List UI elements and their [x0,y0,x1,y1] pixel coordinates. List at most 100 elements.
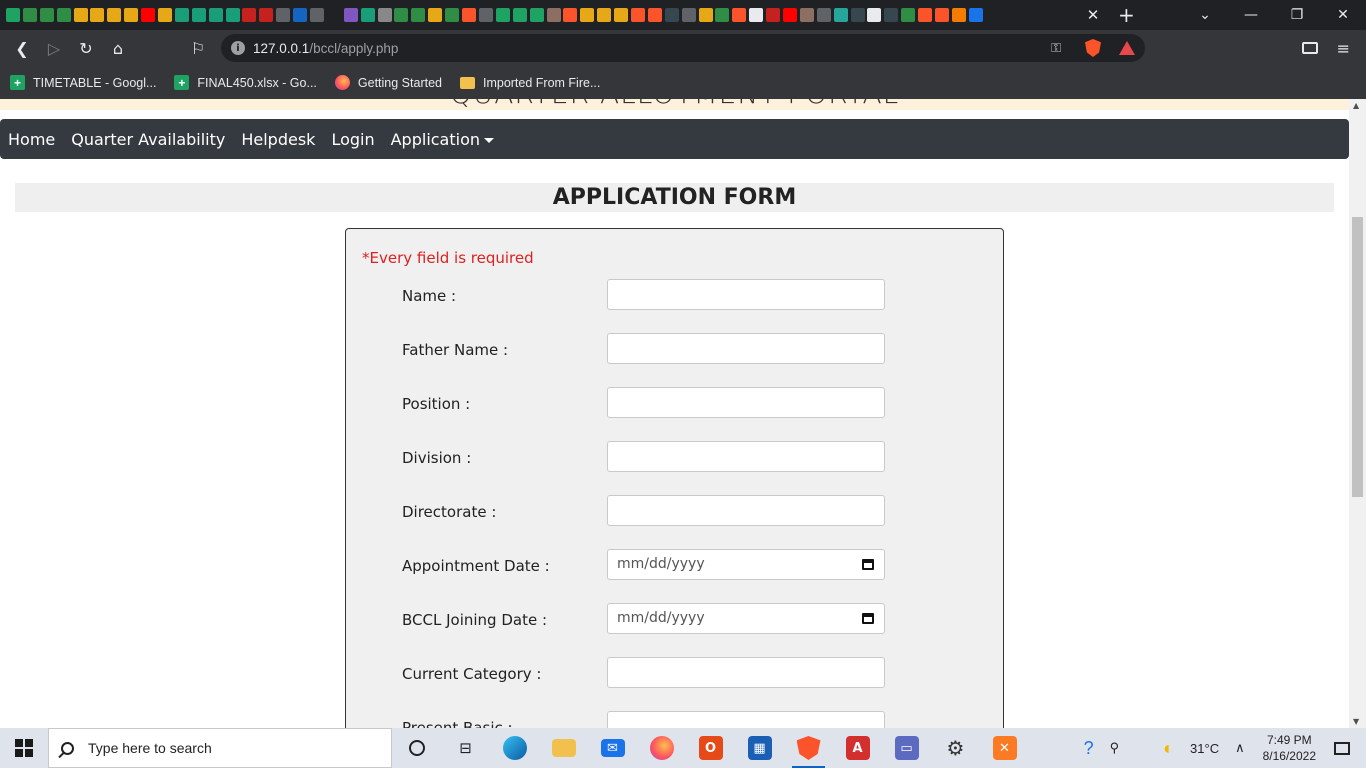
minimize-button[interactable]: — [1228,0,1274,30]
tab-favicon-icon[interactable] [360,8,375,22]
tab-favicon-icon[interactable] [225,8,240,22]
tab-favicon-icon[interactable] [681,8,696,22]
reload-icon[interactable]: ↻ [70,32,102,64]
acrobat-icon[interactable]: A [833,728,882,768]
cortana-icon[interactable] [392,728,441,768]
store-icon[interactable]: ▦ [735,728,784,768]
calendar-icon[interactable] [862,613,874,624]
tab-favicon-icon[interactable] [529,8,544,22]
tab-favicon-icon[interactable] [310,8,325,22]
tab-favicon-icon[interactable] [428,8,443,22]
close-window-button[interactable]: ✕ [1320,0,1366,30]
key-icon[interactable]: ⚿ [1051,41,1061,56]
start-button[interactable] [0,728,48,768]
tab-favicon-icon[interactable] [445,8,460,22]
tab-favicon-icon[interactable] [816,8,831,22]
tab-favicon-icon[interactable] [411,8,426,22]
forward-icon[interactable]: ▷ [38,32,70,64]
tab-favicon-icon[interactable] [191,8,206,22]
temperature[interactable]: 31°C [1190,741,1219,756]
tab-favicon-icon[interactable] [394,8,409,22]
tab-favicon-icon[interactable] [462,8,477,22]
tab-favicon-icon[interactable] [242,8,257,22]
brave-rewards-icon[interactable] [1119,41,1135,55]
nav-login[interactable]: Login [331,130,374,149]
tab-favicon-icon[interactable] [833,8,848,22]
tab-search-icon[interactable]: ⌄ [1182,0,1228,30]
tab-favicon-icon[interactable] [343,8,358,22]
scroll-up-icon[interactable]: ▲ [1353,101,1359,110]
help-icon[interactable]: ? [1084,738,1094,759]
name-input[interactable] [607,279,885,310]
settings-icon[interactable]: ⚙ [931,728,980,768]
bookmark-getting-started[interactable]: Getting Started [334,75,442,90]
tab-favicon-icon[interactable] [107,8,122,22]
tab-favicon-icon[interactable] [715,8,730,22]
tab-favicon-icon[interactable] [90,8,105,22]
maximize-button[interactable]: ❐ [1274,0,1320,30]
tab-favicon-icon[interactable] [6,8,20,22]
nav-application-dropdown[interactable]: Application [391,130,495,149]
scrollbar-thumb[interactable] [1352,217,1363,497]
tab-favicon-icon[interactable] [293,8,308,22]
father-name-input[interactable] [607,333,885,364]
people-icon[interactable]: ⚲ [1110,740,1120,756]
tab-favicon-icon[interactable] [951,8,966,22]
page-scrollbar[interactable]: ▲ ▼ [1349,99,1366,728]
brave-shields-icon[interactable] [1085,39,1101,57]
chevron-up-icon[interactable]: ∧ [1235,740,1245,756]
bookmark-imported[interactable]: Imported From Fire... [459,76,600,90]
tab-favicon-icon[interactable] [867,8,882,22]
calendar-icon[interactable] [862,559,874,570]
position-input[interactable] [607,387,885,418]
bookmark-final450[interactable]: + FINAL450.xlsx - Go... [174,75,317,90]
remote-desktop-icon[interactable]: ▭ [882,728,931,768]
tab-favicon-icon[interactable] [478,8,493,22]
nav-helpdesk[interactable]: Helpdesk [241,130,315,149]
tab-favicon-icon[interactable] [732,8,747,22]
tab-favicon-icon[interactable] [934,8,949,22]
tab-favicon-icon[interactable] [158,8,173,22]
wallet-icon[interactable] [1302,42,1318,54]
tab-favicon-icon[interactable] [850,8,865,22]
tab-favicon-icon[interactable] [495,8,510,22]
tab-favicon-icon[interactable] [614,8,629,22]
nav-home[interactable]: Home [8,130,55,149]
tab-favicon-icon[interactable] [22,8,37,22]
tab-favicon-icon[interactable] [377,8,392,22]
nav-quarter-availability[interactable]: Quarter Availability [71,130,225,149]
tab-favicon-icon[interactable] [580,8,595,22]
tab-favicon-icon[interactable] [546,8,561,22]
tab-favicon-icon[interactable] [124,8,139,22]
xampp-icon[interactable]: ✕ [980,728,1029,768]
back-icon[interactable]: ❮ [6,32,38,64]
bookmark-icon[interactable]: ⚐ [182,32,214,64]
division-input[interactable] [607,441,885,472]
tab-favicon-icon[interactable] [597,8,612,22]
tab-favicon-icon[interactable] [141,8,156,22]
tab-favicon-icon[interactable] [56,8,71,22]
tab-favicon-icon[interactable] [174,8,189,22]
tab-favicon-icon[interactable] [766,8,781,22]
taskbar-search[interactable]: Type here to search [48,728,392,768]
tab-favicon-icon[interactable] [630,8,645,22]
brave-taskbar-icon[interactable] [784,728,833,768]
menu-icon[interactable]: ≡ [1337,39,1350,58]
tab-favicon-icon[interactable] [901,8,916,22]
appointment-date-input[interactable]: mm/dd/yyyy [607,549,885,580]
tab-favicon-icon[interactable] [326,8,341,22]
weather-icon[interactable]: ◐ [1163,738,1174,759]
address-bar[interactable]: i 127.0.0.1/bccl/apply.php ⚿ [221,34,1145,62]
tab-favicon-icon[interactable] [664,8,679,22]
close-tab-icon[interactable]: ✕ [1082,6,1104,24]
tab-favicon-icon[interactable] [918,8,933,22]
scroll-down-icon[interactable]: ▼ [1353,717,1359,726]
tab-favicon-icon[interactable] [39,8,54,22]
tab-favicon-icon[interactable] [259,8,274,22]
tab-favicon-icon[interactable] [512,8,527,22]
tab-favicon-icon[interactable] [749,8,764,22]
tab-favicon-icon[interactable] [563,8,578,22]
tab-favicon-icon[interactable] [968,8,983,22]
firefox-taskbar-icon[interactable] [637,728,686,768]
bookmark-timetable[interactable]: + TIMETABLE - Googl... [10,75,156,90]
